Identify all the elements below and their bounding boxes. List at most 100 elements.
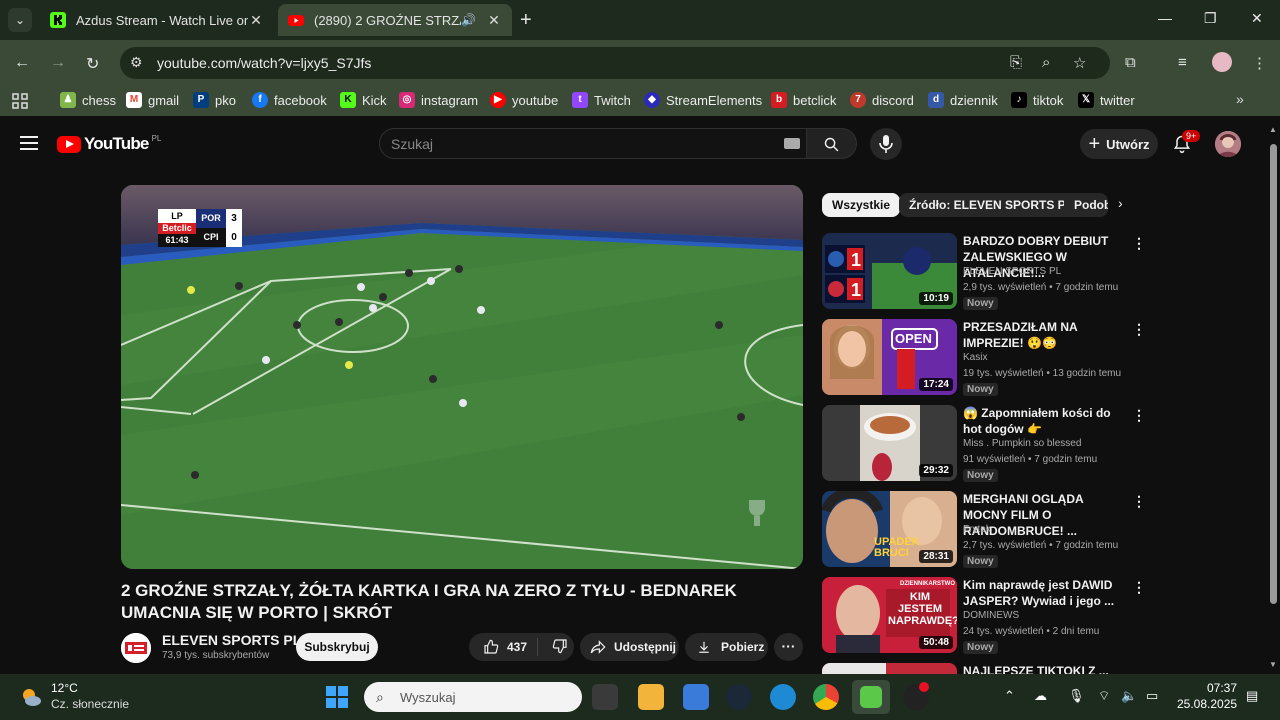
bookmark-streamelements[interactable]: ◆ StreamElements — [644, 92, 762, 108]
bookmark-twitch[interactable]: t Twitch — [572, 92, 631, 108]
weather-temperature[interactable]: 12°C — [51, 681, 78, 695]
partly-sunny-icon[interactable] — [20, 686, 42, 708]
bookmark-star-icon[interactable]: ☆ — [1073, 54, 1086, 72]
video-title[interactable]: NAJLEPSZE TIKTOKI Z ... — [963, 663, 1128, 674]
bookmark-twitter[interactable]: 𝕏twitter — [1078, 92, 1135, 108]
tab-youtube-video[interactable]: (2890) 2 GROŹNE STRZAŁY, 🔊 ✕ — [278, 4, 512, 36]
search-button[interactable] — [807, 128, 857, 159]
file-explorer-icon[interactable] — [638, 684, 664, 710]
like-button[interactable]: 437 — [469, 638, 539, 656]
minimize-icon[interactable]: — — [1158, 10, 1172, 26]
install-app-icon[interactable]: ⎘ — [1010, 54, 1022, 71]
bookmark-facebook[interactable]: f facebook — [252, 92, 327, 108]
video-thumbnail[interactable]: OPEN 17:24 — [822, 319, 957, 395]
chrome-icon[interactable] — [813, 684, 839, 710]
close-window-icon[interactable]: ✕ — [1251, 10, 1263, 27]
channel-avatar[interactable] — [121, 633, 151, 663]
speaker-icon[interactable]: 🔊 — [461, 13, 476, 27]
channel-name[interactable]: Kasix — [963, 352, 987, 363]
kebab-menu-icon[interactable]: ⋮ — [1132, 579, 1146, 596]
tab-azdus-stream[interactable]: Azdus Stream - Watch Live on K ✕ — [40, 4, 274, 36]
recommended-video[interactable]: 1 1 10:19 BARDZO DOBRY DEBIUT ZALEWSKIEG… — [822, 233, 1146, 311]
search-input[interactable] — [391, 135, 771, 153]
reload-icon[interactable]: ↻ — [86, 54, 99, 74]
video-thumbnail[interactable]: 1 1 10:19 — [822, 233, 957, 309]
recommended-video[interactable]: OPEN 17:24 PRZESADZIŁAM NA IMPREZIE! 😲😳 … — [822, 319, 1146, 397]
show-hidden-icons-chevron-icon[interactable]: ⌃ — [1004, 688, 1015, 704]
channel-name[interactable]: Frytek — [963, 524, 991, 535]
kebab-menu-icon[interactable]: ⋮ — [1132, 321, 1146, 338]
bookmark-discord[interactable]: 7 discord — [850, 92, 914, 108]
microphone-tray-icon[interactable]: 🎙 — [1068, 688, 1085, 704]
keyboard-icon[interactable] — [784, 138, 800, 149]
bookmark-tiktok[interactable]: ♪ tiktok — [1011, 92, 1063, 108]
voice-search-button[interactable] — [870, 128, 902, 160]
clock-date[interactable]: 25.08.2025 — [1177, 697, 1237, 711]
create-button[interactable]: + Utwórz — [1080, 129, 1158, 159]
kebab-menu-icon[interactable]: ⋮ — [1132, 407, 1146, 424]
battery-icon[interactable]: ▭ — [1146, 688, 1158, 704]
chip-source-channel[interactable]: Źródło: ELEVEN SPORTS PL — [899, 193, 1084, 217]
bookmark-gmail[interactable]: Mgmail — [126, 92, 179, 108]
bookmark-instagram[interactable]: ◎ instagram — [399, 92, 478, 108]
downloads-app-icon[interactable] — [860, 686, 882, 708]
bookmark-chess[interactable]: ♟ chess — [60, 92, 116, 108]
video-title[interactable]: Kim naprawdę jest DAWID JASPER? Wywiad i… — [963, 577, 1128, 609]
channel-name[interactable]: DOMINEWS — [963, 610, 1019, 621]
new-tab-icon[interactable]: + — [520, 10, 532, 30]
channel-name[interactable]: ELEVEN SPORTS PL — [963, 266, 1061, 277]
kebab-menu-icon[interactable]: ⋮ — [1132, 235, 1146, 252]
account-avatar[interactable] — [1215, 131, 1241, 157]
video-thumbnail[interactable]: 29:32 — [822, 405, 957, 481]
recommended-video[interactable]: DZIENNIKARSTWO KIM JESTEM NAPRAWDĘ? 50:4… — [822, 577, 1146, 655]
hamburger-menu-icon[interactable] — [20, 136, 38, 150]
address-bar[interactable]: ⚙ youtube.com/watch?v=ljxy5_S7Jfs ⎘ ⌕ ☆ — [120, 47, 1110, 79]
bookmark-youtube[interactable]: ▶ youtube — [490, 92, 558, 108]
video-player[interactable]: LP Betclic 61:43 POR 3 CPI 0 — [121, 185, 803, 569]
volume-icon[interactable]: 🔈 — [1121, 688, 1137, 704]
browser-profile-avatar[interactable] — [1212, 52, 1232, 72]
scroll-down-icon[interactable]: ▼ — [1269, 660, 1277, 669]
channel-name[interactable]: ELEVEN SPORTS PL — [162, 632, 301, 648]
weather-description[interactable]: Cz. słonecznie — [51, 697, 129, 711]
close-tab-icon[interactable]: ✕ — [486, 12, 502, 29]
back-icon[interactable]: ← — [14, 54, 30, 72]
video-thumbnail[interactable] — [822, 663, 957, 674]
media-control-icon[interactable]: ≡ — [1178, 54, 1187, 71]
onedrive-cloud-icon[interactable]: ☁ — [1034, 688, 1047, 704]
zoom-icon[interactable]: ⌕ — [1042, 54, 1050, 71]
steam-icon[interactable] — [726, 684, 752, 710]
page-scrollbar[interactable]: ▲ ▼ — [1267, 122, 1280, 674]
scroll-thumb[interactable] — [1270, 144, 1277, 604]
recommended-video[interactable]: NAJLEPSZE TIKTOKI Z ... — [822, 663, 1142, 674]
scroll-up-icon[interactable]: ▲ — [1269, 125, 1277, 134]
task-view-icon[interactable] — [592, 684, 618, 710]
kebab-menu-icon[interactable]: ⋮ — [1132, 493, 1146, 510]
notification-center-icon[interactable]: ▤ — [1246, 688, 1258, 704]
subscribe-button[interactable]: Subskrybuj — [296, 633, 378, 661]
more-bookmarks-icon[interactable]: » — [1236, 91, 1244, 107]
close-tab-icon[interactable]: ✕ — [248, 12, 264, 29]
windows-start-icon[interactable] — [326, 686, 348, 708]
site-info-icon[interactable]: ⚙ — [130, 54, 143, 71]
apps-grid-icon[interactable] — [12, 93, 28, 109]
bookmark-dziennik[interactable]: d dziennik — [928, 92, 998, 108]
browser-menu-icon[interactable]: ⋮ — [1252, 54, 1267, 72]
extensions-icon[interactable]: ⧉ — [1125, 54, 1136, 71]
video-thumbnail[interactable]: UPADEK BRUCI 28:31 — [822, 491, 957, 567]
wifi-icon[interactable]: ⌔ — [1098, 688, 1110, 704]
video-thumbnail[interactable]: DZIENNIKARSTWO KIM JESTEM NAPRAWDĘ? 50:4… — [822, 577, 957, 653]
youtube-logo[interactable]: YouTube PL — [57, 134, 161, 154]
video-title[interactable]: PRZESADZIŁAM NA IMPREZIE! 😲😳 — [963, 319, 1128, 351]
chip-related[interactable]: Podobne — [1064, 193, 1108, 217]
chevron-right-icon[interactable]: › — [1118, 195, 1123, 211]
clock-time[interactable]: 07:37 — [1207, 681, 1237, 695]
taskbar-search-box[interactable]: ⌕ Wyszukaj — [364, 682, 582, 712]
more-actions-button[interactable]: ··· — [774, 633, 803, 661]
video-title[interactable]: 😱 Zapomniałem kości do hot dogów 👉 — [963, 405, 1128, 437]
channel-name[interactable]: Miss . Pumpkin so blessed — [963, 438, 1081, 449]
recommended-video[interactable]: UPADEK BRUCI 28:31 MERGHANI OGLĄDA MOCNY… — [822, 491, 1146, 569]
chip-all[interactable]: Wszystkie — [822, 193, 901, 217]
recommended-video[interactable]: 29:32 😱 Zapomniałem kości do hot dogów 👉… — [822, 405, 1146, 483]
bookmark-betclick[interactable]: b betclick — [771, 92, 836, 108]
